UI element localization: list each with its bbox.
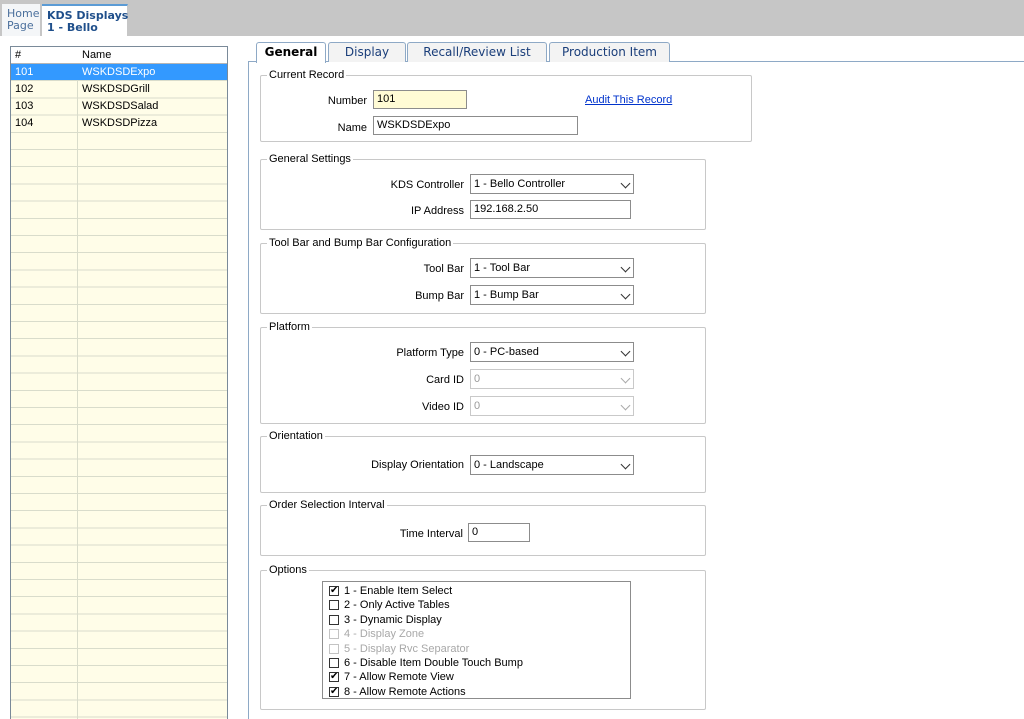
option-label: 1 - Enable Item Select <box>344 585 453 597</box>
video-id-dropdown: 0 <box>470 396 634 416</box>
bumpbar-label: Bump Bar <box>415 290 464 302</box>
options-checklist[interactable]: ✔ 1 - Enable Item Select 2 - Only Active… <box>322 581 631 699</box>
checkbox-checked[interactable]: ✔ <box>329 686 339 697</box>
row-number: 104 <box>15 117 34 129</box>
chevron-down-icon <box>620 400 631 411</box>
general-settings-legend: General Settings <box>269 153 351 165</box>
chevron-down-icon <box>620 346 631 357</box>
list-row-101[interactable]: 101 WSKDSDExpo <box>11 64 227 80</box>
bumpbar-dropdown[interactable]: 1 - Bump Bar <box>470 285 634 305</box>
name-field[interactable]: WSKDSDExpo <box>373 116 578 135</box>
audit-record-link[interactable]: Audit This Record <box>585 94 672 106</box>
document-tab-bar <box>0 0 1024 36</box>
option-label: 4 - Display Zone <box>344 628 425 641</box>
checkbox-disabled <box>329 643 339 654</box>
display-orientation-value: 0 - Landscape <box>474 459 544 471</box>
row-name: WSKDSDSalad <box>82 100 159 112</box>
kds-controller-label: KDS Controller <box>390 179 464 191</box>
records-list[interactable]: # Name 101 WSKDSDExpo 102 WSKDSDGrill 10… <box>10 46 228 719</box>
display-orientation-label: Display Orientation <box>371 459 464 471</box>
toolbar-config-legend: Tool Bar and Bump Bar Configuration <box>269 237 452 249</box>
platform-type-label: Platform Type <box>396 347 464 359</box>
order-interval-legend: Order Selection Interval <box>269 499 385 511</box>
checkbox[interactable] <box>329 614 339 625</box>
list-header: # Name <box>11 47 227 64</box>
ip-address-label: IP Address <box>411 205 464 217</box>
row-name: WSKDSDGrill <box>82 83 150 95</box>
checkbox-checked[interactable]: ✔ <box>329 586 339 596</box>
chevron-down-icon <box>620 262 631 273</box>
checkbox[interactable] <box>329 600 339 611</box>
display-orientation-dropdown[interactable]: 0 - Landscape <box>470 455 634 475</box>
home-page-tab[interactable]: Home Page <box>2 4 41 36</box>
kds-controller-value: 1 - Bello Controller <box>474 178 566 190</box>
option-label: 6 - Disable Item Double Touch Bump <box>344 657 523 669</box>
video-id-value: 0 <box>474 400 481 412</box>
tab-general[interactable]: General <box>256 42 326 63</box>
list-row-102[interactable]: 102 WSKDSDGrill <box>11 81 227 97</box>
option-label: 2 - Only Active Tables <box>344 599 450 612</box>
options-legend: Options <box>269 564 307 576</box>
bumpbar-value: 1 - Bump Bar <box>474 289 539 301</box>
platform-legend: Platform <box>269 321 310 333</box>
chevron-down-icon <box>620 289 631 300</box>
toolbar-label: Tool Bar <box>423 263 464 275</box>
platform-type-dropdown[interactable]: 0 - PC-based <box>470 342 634 362</box>
checkbox[interactable] <box>329 658 339 668</box>
kds-tab-line2: 1 - Bello <box>47 21 98 34</box>
column-header-name[interactable]: Name <box>82 49 111 61</box>
platform-type-value: 0 - PC-based <box>474 346 539 358</box>
tab-display[interactable]: Display <box>328 42 406 62</box>
video-id-label: Video ID <box>422 401 464 413</box>
kds-displays-tab[interactable]: KDS Displays 1 - Bello <box>42 4 128 36</box>
row-name: WSKDSDPizza <box>82 117 158 129</box>
card-id-label: Card ID <box>426 374 464 386</box>
option-label: 7 - Allow Remote View <box>344 671 454 684</box>
option-label: 5 - Display Rvc Separator <box>344 642 470 655</box>
orientation-legend: Orientation <box>269 430 323 442</box>
time-interval-label: Time Interval <box>399 528 463 540</box>
list-row-104[interactable]: 104 WSKDSDPizza <box>11 115 227 131</box>
home-tab-line2: Page <box>7 19 34 32</box>
option-label: 8 - Allow Remote Actions <box>344 685 466 698</box>
checkbox-disabled <box>329 629 339 640</box>
card-id-value: 0 <box>474 373 481 385</box>
toolbar-value: 1 - Tool Bar <box>474 262 531 274</box>
row-number: 102 <box>15 83 34 95</box>
chevron-down-icon <box>620 178 631 189</box>
chevron-down-icon <box>620 459 631 470</box>
time-interval-field[interactable]: 0 <box>468 523 530 542</box>
toolbar-dropdown[interactable]: 1 - Tool Bar <box>470 258 634 278</box>
number-field[interactable]: 101 <box>373 90 467 109</box>
chevron-down-icon <box>620 373 631 384</box>
list-column-separator <box>77 47 78 719</box>
list-row-103[interactable]: 103 WSKDSDSalad <box>11 98 227 114</box>
option-label: 3 - Dynamic Display <box>344 613 442 626</box>
row-number: 101 <box>15 66 34 78</box>
card-id-dropdown: 0 <box>470 369 634 389</box>
column-header-number[interactable]: # <box>15 49 21 61</box>
row-number: 103 <box>15 100 34 112</box>
current-record-legend: Current Record <box>269 69 345 81</box>
ip-address-field[interactable]: 192.168.2.50 <box>470 200 631 219</box>
number-label: Number <box>327 95 367 107</box>
tab-production-item[interactable]: Production Item <box>549 42 670 62</box>
name-label: Name <box>337 122 367 134</box>
checkbox-checked[interactable]: ✔ <box>329 672 339 683</box>
row-name: WSKDSDExpo <box>82 66 156 78</box>
kds-controller-dropdown[interactable]: 1 - Bello Controller <box>470 174 634 194</box>
tab-recall-review-list[interactable]: Recall/Review List <box>407 42 547 62</box>
